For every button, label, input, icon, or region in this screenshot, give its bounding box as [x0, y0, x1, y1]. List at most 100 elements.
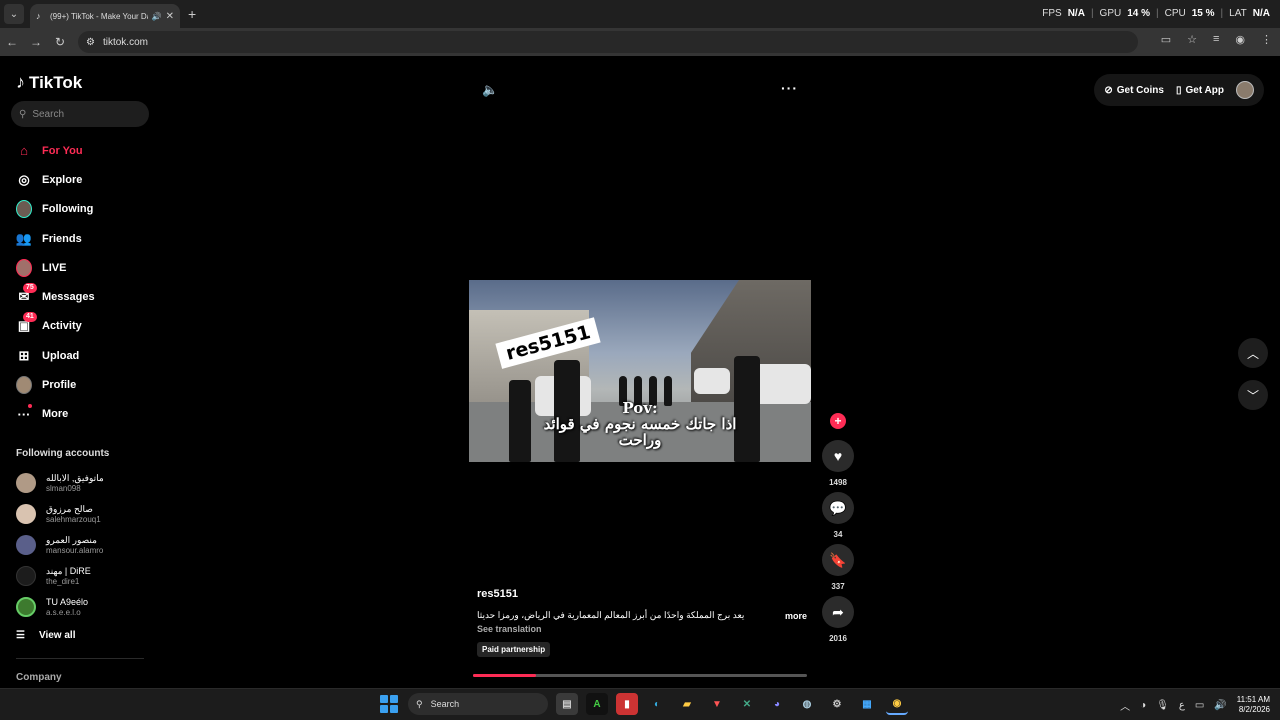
caption-line: وراحت	[618, 431, 662, 449]
search-input[interactable]: ⚲ Search	[11, 101, 149, 127]
list-item[interactable]: TU A9eélo a.s.e.e.l.o	[16, 591, 156, 622]
video-author[interactable]: res5151	[477, 588, 807, 600]
text-editor-icon[interactable]: A	[586, 693, 608, 715]
video-actions: + ♥ 1498 💬 34 🔖 337 ➦ 2016	[822, 413, 854, 648]
volume-icon[interactable]: 🔈	[482, 82, 498, 98]
nav-label: Activity	[42, 320, 82, 333]
avatar	[16, 534, 36, 555]
live-avatar-icon	[16, 258, 32, 277]
forward-icon[interactable]: →	[24, 35, 48, 49]
video-player[interactable]: res5151 Pov: اذا جاتك خمسه نجوم في قوائد…	[469, 280, 811, 462]
comment-button[interactable]: 💬	[822, 492, 854, 524]
share-icon: ➦	[832, 603, 844, 620]
search-icon: ⚲	[19, 108, 27, 120]
search-icon: ⚲	[416, 698, 423, 709]
app-red-icon[interactable]: ▮	[616, 693, 638, 715]
sidebar-item-upload[interactable]: ⊞ Upload	[16, 341, 146, 370]
view-all-button[interactable]: ☰ View all	[16, 624, 156, 648]
like-button[interactable]: ♥	[822, 440, 854, 472]
task-view-icon[interactable]: ▤	[556, 693, 578, 715]
save-button[interactable]: 🔖	[822, 544, 854, 576]
new-tab-button[interactable]: +	[188, 6, 196, 22]
perf-stats: FPS N/A | GPU 14 % | CPU 15 % | LAT N/A	[1042, 8, 1270, 19]
site-info-icon[interactable]: ⚙	[86, 37, 95, 48]
antivirus-icon[interactable]: ◑	[1140, 700, 1146, 711]
list-item[interactable]: صالح مرزوق salehmarzouq1	[16, 499, 156, 530]
get-app-button[interactable]: ▯ Get App	[1176, 85, 1224, 96]
close-tab-icon[interactable]: ✕	[166, 11, 174, 22]
sidebar-item-for-you[interactable]: ⌂ For You	[16, 136, 146, 165]
video-progress-bar[interactable]	[473, 674, 807, 677]
sidebar-divider	[16, 658, 144, 659]
windows-start-icon[interactable]	[378, 693, 400, 715]
sidebar-item-more[interactable]: ··· More	[16, 400, 146, 429]
discord-icon[interactable]: ◕	[766, 693, 788, 715]
url-bar[interactable]: ⚙ tiktok.com	[78, 31, 1138, 53]
sidebar-item-activity[interactable]: ▣ 41 Activity	[16, 312, 146, 341]
heart-icon: ♥	[833, 448, 843, 464]
profile-icon[interactable]: ◉	[1235, 33, 1245, 46]
reload-icon[interactable]: ↻	[48, 35, 72, 49]
paid-partnership-badge: Paid partnership	[477, 642, 551, 657]
sidebar-item-messages[interactable]: ✉ 75 Messages	[16, 282, 146, 311]
chrome-browser-icon[interactable]: ◉	[886, 693, 908, 715]
sidebar-item-following[interactable]: Following	[16, 195, 146, 224]
bookmark-star-icon[interactable]: ☆	[1187, 33, 1197, 46]
account-username: mansour.alamro	[46, 545, 104, 555]
comment-count: 34	[833, 530, 843, 539]
list-item[interactable]: ماتوفيق, الابالله slman098	[16, 468, 156, 499]
list-item[interactable]: منصور العمرو mansour.alamro	[16, 530, 156, 561]
see-translation-link[interactable]: See translation	[477, 624, 807, 634]
next-video-button[interactable]: ﹀	[1238, 380, 1268, 410]
avatar	[16, 596, 36, 617]
chevron-up-icon[interactable]: ︿	[1120, 698, 1130, 713]
sidebar-item-profile[interactable]: Profile	[16, 370, 146, 399]
microphone-icon[interactable]: 🎙	[1156, 700, 1169, 711]
file-explorer-icon[interactable]: ▰	[676, 693, 698, 715]
more-button[interactable]: more	[785, 611, 807, 621]
language-icon[interactable]: ع	[1179, 700, 1185, 711]
taskbar-search[interactable]: ⚲ Search	[408, 693, 548, 715]
previous-video-button[interactable]: ︿	[1238, 338, 1268, 368]
volume-tray-icon[interactable]: 🔊	[1214, 700, 1226, 711]
speaker-icon[interactable]: 🔊	[152, 12, 162, 21]
tab-search-button[interactable]: ⌄	[4, 4, 24, 24]
network-icon[interactable]: ▭	[1195, 700, 1204, 711]
account-username: the_dire1	[46, 576, 80, 586]
video-description: يعد برج المملكة واحدًا من أبرز المعالم ا…	[477, 610, 745, 620]
tiktok-note-icon: ♪	[16, 72, 25, 92]
sidebar-item-friends[interactable]: 👥 Friends	[16, 224, 146, 253]
system-tray: ︿ ◑ 🎙 ع ▭ 🔊 11:51 AM 8/2/2026	[1120, 695, 1270, 715]
cast-icon[interactable]: ▭	[1161, 33, 1171, 46]
sidebar-item-live[interactable]: LIVE	[16, 253, 146, 282]
back-icon[interactable]: ←	[0, 35, 24, 49]
company-link[interactable]: Company	[16, 672, 62, 683]
sidebar-item-explore[interactable]: ◎ Explore	[16, 165, 146, 194]
browser-tab[interactable]: ♪ (99+) TikTok - Make Your Day 🔊 ✕	[30, 4, 180, 28]
activity-badge: 41	[23, 312, 37, 323]
home-icon: ⌂	[20, 143, 28, 159]
phone-icon: ▯	[1175, 84, 1182, 96]
list-item[interactable]: مهند | DiRE the_dire1	[16, 560, 156, 591]
comment-icon: 💬	[829, 499, 847, 516]
clock[interactable]: 11:51 AM 8/2/2026	[1237, 695, 1270, 715]
steam-icon[interactable]: ◍	[796, 693, 818, 715]
clock-date: 8/2/2026	[1238, 705, 1270, 714]
share-button[interactable]: ➦	[822, 596, 854, 628]
video-more-options-icon[interactable]: ···	[781, 80, 798, 96]
view-all-label: View all	[38, 630, 76, 642]
browser-menu-icon[interactable]: ⋮	[1261, 33, 1272, 46]
media-control-icon[interactable]: ≡	[1213, 33, 1219, 46]
brave-browser-icon[interactable]: ▼	[706, 693, 728, 715]
get-coins-button[interactable]: ⊘ Get Coins	[1104, 85, 1164, 96]
tiktok-logo[interactable]: ♪ TikTok	[16, 72, 82, 93]
photos-icon[interactable]: ▦	[856, 693, 878, 715]
follow-plus-icon[interactable]: +	[830, 413, 846, 429]
edge-browser-icon[interactable]: ◐	[646, 693, 668, 715]
settings-gear-icon[interactable]: ⚙	[826, 693, 848, 715]
share-count: 2016	[829, 634, 847, 643]
browser-tabbar: ⌄ ♪ (99+) TikTok - Make Your Day 🔊 ✕ + F…	[0, 0, 1280, 28]
friends-icon: 👥	[15, 230, 33, 246]
user-avatar[interactable]	[1236, 81, 1254, 99]
xbox-icon[interactable]: ✕	[736, 693, 758, 715]
